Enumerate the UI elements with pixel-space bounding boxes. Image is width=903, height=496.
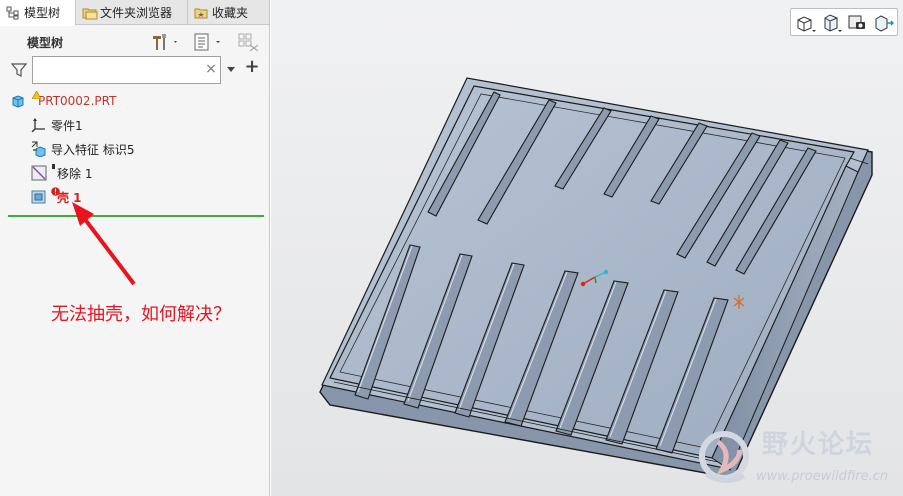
- tree-item-csys[interactable]: 零件1: [31, 115, 83, 135]
- app-window: 模型树 文件夹浏览器 收藏夹 模型树 × + PRT0002.PRT 零件1 导…: [0, 0, 903, 496]
- panel-title: 模型树: [27, 36, 64, 50]
- show-options-icon[interactable]: [194, 32, 220, 52]
- remove-surface-icon: [31, 165, 47, 181]
- marker-icon: [52, 164, 55, 169]
- display-style-icon[interactable]: [847, 13, 869, 33]
- saved-views-icon[interactable]: [821, 13, 843, 33]
- watermark: 野火论坛 www.proewildfire.cn: [694, 418, 903, 496]
- tab-label: 模型树: [24, 6, 61, 20]
- tree-item-label: 导入特征 标识5: [51, 142, 135, 157]
- annotation-arrow: [72, 202, 136, 286]
- add-icon[interactable]: +: [244, 58, 260, 76]
- shell-icon: [31, 189, 47, 205]
- tab-label: 收藏夹: [212, 6, 249, 20]
- tree-item-label: 移除 1: [57, 166, 93, 181]
- favorites-icon: [194, 6, 208, 20]
- tree-item-label: 零件1: [51, 118, 83, 133]
- search-input[interactable]: [32, 56, 221, 84]
- tab-folder-browser[interactable]: 文件夹浏览器: [76, 0, 188, 25]
- tab-favorites[interactable]: 收藏夹: [188, 0, 270, 25]
- csys-icon: [31, 117, 47, 133]
- part-icon: [10, 93, 26, 109]
- tree-item-remove[interactable]: 移除 1: [31, 163, 92, 183]
- tree-search-row: × +: [0, 56, 270, 86]
- view-orientation-icon[interactable]: [795, 13, 817, 33]
- proewildfire-logo: [699, 431, 749, 483]
- import-feature-icon: [31, 141, 47, 158]
- tree-header: 模型树: [0, 26, 270, 54]
- watermark-url: www.proewildfire.cn: [756, 469, 889, 484]
- watermark-title: 野火论坛: [762, 430, 875, 460]
- tree-columns-icon[interactable]: [238, 32, 259, 52]
- tree-item-root-part[interactable]: PRT0002.PRT: [10, 88, 117, 111]
- filter-icon[interactable]: [10, 62, 28, 78]
- clear-icon[interactable]: ×: [204, 62, 218, 76]
- annotation-text: 无法抽壳，如何解决？: [51, 304, 231, 325]
- folder-browser-icon: [82, 6, 98, 20]
- tree-item-import-feature[interactable]: 导入特征 标识5: [31, 139, 134, 159]
- graphics-toolbar: [790, 8, 898, 36]
- navigator-tabs: 模型树 文件夹浏览器 收藏夹: [0, 0, 270, 26]
- settings-tools-icon[interactable]: [150, 32, 177, 52]
- error-icon: [51, 185, 60, 199]
- tab-model-tree[interactable]: 模型树: [0, 0, 76, 26]
- spin-center-toggle-icon[interactable]: [873, 13, 895, 33]
- warning-icon: [31, 88, 42, 102]
- chevron-down-icon[interactable]: [227, 67, 235, 72]
- model-tree-panel: 模型树 文件夹浏览器 收藏夹 模型树 × + PRT0002.PRT 零件1 导…: [0, 0, 270, 496]
- model-tree-icon: [6, 6, 20, 20]
- tab-label: 文件夹浏览器: [100, 6, 173, 20]
- tree-item-label: PRT0002.PRT: [38, 94, 117, 108]
